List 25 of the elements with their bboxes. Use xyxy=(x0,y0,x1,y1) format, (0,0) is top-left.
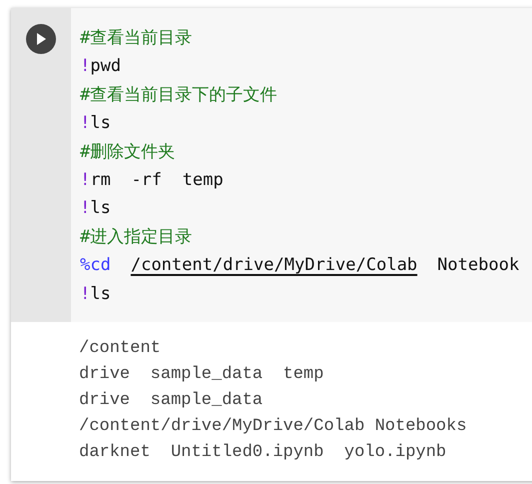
play-icon xyxy=(36,33,46,45)
output-line: drive sample_data temp xyxy=(79,364,324,386)
output-line: darknet Untitled0.ipynb yolo.ipynb xyxy=(79,442,446,464)
shell-prefix: ! xyxy=(80,282,90,306)
code-text: pwd xyxy=(90,55,121,78)
code-text: Notebook xyxy=(437,254,520,278)
magic-command: %cd xyxy=(80,254,111,278)
code-comment: #进入指定目录 xyxy=(80,226,192,249)
code-text: ls xyxy=(90,112,111,136)
output-line: /content/drive/MyDrive/Colab Notebooks xyxy=(79,416,467,438)
code-text: ls xyxy=(90,197,111,220)
shell-prefix: ! xyxy=(80,55,90,78)
shell-prefix: ! xyxy=(80,197,90,220)
code-text: rm -rf temp xyxy=(90,169,224,192)
code-text: ls xyxy=(90,282,111,306)
shell-prefix: ! xyxy=(80,112,90,136)
code-comment: #删除文件夹 xyxy=(80,140,176,164)
run-button[interactable] xyxy=(26,24,56,54)
output-line: drive sample_data xyxy=(79,390,263,412)
code-comment: #查看当前目录下的子文件 xyxy=(80,84,278,107)
code-comment: #查看当前目录 xyxy=(80,27,192,50)
path-link[interactable]: /content/drive/MyDrive/Colab xyxy=(130,251,418,280)
shell-prefix: ! xyxy=(80,169,90,192)
output-line: /content xyxy=(79,338,161,360)
code-editor[interactable]: #查看当前目录 !pwd #查看当前目录下的子文件 !ls #删除文件夹 !rm -rf temp !ls #进入指定目录 %cd /content/drive/MyDrive/Colab Notebook !ls xyxy=(71,8,532,322)
